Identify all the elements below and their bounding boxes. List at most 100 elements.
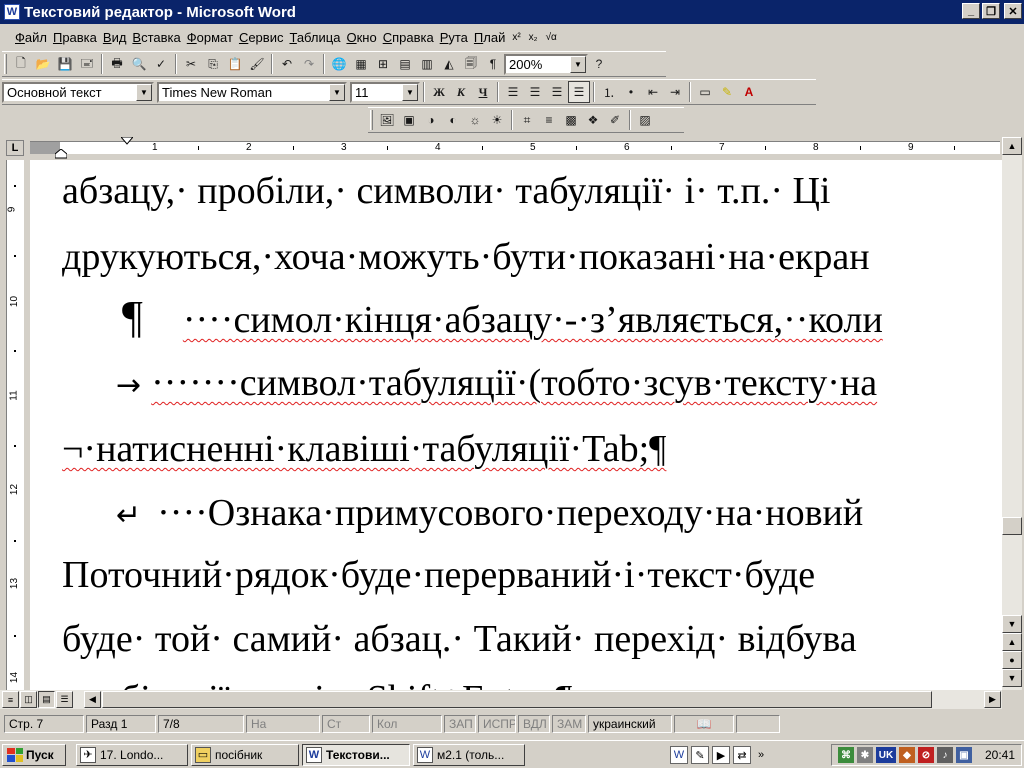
show-hide-pilcrow-icon[interactable]: ¶ — [482, 53, 504, 75]
format-picture-icon[interactable]: ❖ — [582, 109, 604, 131]
bullets-icon[interactable]: • — [620, 81, 642, 103]
new-document-icon[interactable]: 🗋 — [10, 53, 32, 75]
line-style-icon[interactable]: ≡ — [538, 109, 560, 131]
chevron-down-icon[interactable]: ▼ — [570, 55, 586, 73]
reset-picture-icon[interactable]: ▨ — [634, 109, 656, 131]
start-button[interactable]: Пуск — [2, 743, 66, 766]
crop-icon[interactable]: ⌗ — [516, 109, 538, 131]
taskbar-task-london[interactable]: ✈ 17. Londo... — [76, 743, 188, 766]
insert-picture-icon[interactable]: 🖼 — [376, 109, 398, 131]
font-color-icon[interactable]: A — [738, 81, 760, 103]
horizontal-scroll-thumb[interactable] — [102, 691, 932, 708]
highlight-icon[interactable]: ✎ — [716, 81, 738, 103]
chevron-down-icon[interactable]: ▼ — [402, 83, 418, 101]
media-icon[interactable]: ▶ — [712, 746, 730, 764]
menu-file[interactable]: Файл — [12, 30, 50, 45]
scroll-right-button[interactable]: ▶ — [984, 691, 1001, 708]
font-select[interactable]: Times New Roman ▼ — [157, 81, 347, 103]
tables-borders-icon[interactable]: ▦ — [350, 53, 372, 75]
justify-icon[interactable]: ☰ — [568, 81, 590, 103]
minimize-button[interactable]: _ — [962, 3, 980, 19]
subscript-menu-button[interactable]: x₂ — [525, 32, 542, 43]
equation-menu-button[interactable]: √α — [542, 32, 561, 43]
taskbar-task-word-active[interactable]: W Текстови... — [302, 743, 410, 766]
monitor-icon[interactable]: ▣ — [955, 747, 972, 763]
taskbar-task-folder[interactable]: ▭ посібник — [191, 743, 299, 766]
decrease-indent-icon[interactable]: ⇤ — [642, 81, 664, 103]
insert-excel-icon[interactable]: ▤ — [394, 53, 416, 75]
menu-tools[interactable]: Сервис — [236, 30, 287, 45]
word-icon[interactable]: W — [670, 746, 688, 764]
status-ovr[interactable]: ЗАМ — [552, 715, 586, 733]
hyperlink-icon[interactable]: 🌐 — [328, 53, 350, 75]
set-transparent-color-icon[interactable]: ✐ — [604, 109, 626, 131]
align-left-icon[interactable]: ☰ — [502, 81, 524, 103]
tools-icon[interactable]: ✱ — [856, 747, 873, 763]
security-icon[interactable]: ◆ — [898, 747, 915, 763]
more-contrast-icon[interactable]: ◑ — [420, 109, 442, 131]
chevron-down-icon[interactable]: ▼ — [329, 83, 345, 101]
status-language[interactable]: украинский — [588, 715, 672, 733]
document-map-icon[interactable]: 🗐 — [460, 53, 482, 75]
horizontal-scrollbar[interactable]: ≡ ◫ ▤ ☰ ◀ ▶ — [0, 690, 1002, 709]
horizontal-ruler[interactable]: L 1 2 3 4 5 6 7 8 9 — [0, 137, 1024, 159]
copy-icon[interactable]: ⎘ — [202, 53, 224, 75]
less-brightness-icon[interactable]: ☀ — [486, 109, 508, 131]
image-control-icon[interactable]: ▣ — [398, 109, 420, 131]
borders-icon[interactable]: ▭ — [694, 81, 716, 103]
close-button[interactable]: ✕ — [1004, 3, 1022, 19]
antivirus-icon[interactable]: ⊘ — [917, 747, 934, 763]
scroll-left-button[interactable]: ◀ — [84, 691, 101, 708]
network-icon[interactable]: ⌘ — [837, 747, 854, 763]
print-icon[interactable]: 🖶 — [106, 53, 128, 75]
document-page[interactable]: абзацу,· пробіли,· символи· табуляції· і… — [30, 160, 1002, 690]
normal-view-button[interactable]: ≡ — [2, 691, 19, 708]
spelling-icon[interactable]: ✓ — [150, 53, 172, 75]
zoom-select[interactable]: 200% ▼ — [504, 53, 588, 75]
menu-plai[interactable]: Плай — [471, 30, 508, 45]
speaker-icon[interactable]: ♪ — [936, 747, 953, 763]
tab-selector[interactable]: L — [6, 140, 24, 156]
restore-button[interactable]: ❐ — [982, 3, 1000, 19]
menu-window[interactable]: Окно — [343, 30, 379, 45]
underline-button[interactable]: Ч — [472, 81, 494, 103]
toolbar-grip[interactable] — [4, 54, 7, 74]
status-ext[interactable]: ВДЛ — [518, 715, 550, 733]
more-arrows-icon[interactable]: » — [754, 749, 768, 761]
save-icon[interactable]: 💾 — [54, 53, 76, 75]
align-right-icon[interactable]: ☰ — [546, 81, 568, 103]
word-app-icon[interactable]: W — [4, 4, 20, 20]
taskbar-task-word[interactable]: W м2.1 (толь... — [413, 743, 525, 766]
chevron-down-icon[interactable]: ▼ — [136, 83, 152, 101]
format-painter-icon[interactable]: 🖌 — [246, 53, 268, 75]
vertical-scrollbar[interactable]: ▲ ▼ ▲ ● ▼ — [1002, 137, 1022, 690]
italic-button[interactable]: К — [450, 81, 472, 103]
permissions-icon[interactable]: 🖃 — [76, 53, 98, 75]
outline-view-button[interactable]: ☰ — [56, 691, 73, 708]
numbering-icon[interactable]: ⒈ — [598, 81, 620, 103]
menu-edit[interactable]: Правка — [50, 30, 100, 45]
title-bar[interactable]: W Текстовий редактор - Microsoft Word _ … — [0, 0, 1024, 24]
menu-insert[interactable]: Вставка — [129, 30, 183, 45]
vertical-ruler[interactable]: 9 10 11 12 13 14 — [0, 160, 30, 690]
spelling-status-icon[interactable]: 📖 — [674, 715, 734, 733]
menu-table[interactable]: Таблица — [286, 30, 343, 45]
cut-icon[interactable]: ✂ — [180, 53, 202, 75]
bold-button[interactable]: Ж — [428, 81, 450, 103]
help-icon[interactable]: ? — [588, 53, 610, 75]
language-indicator[interactable]: UK — [875, 747, 896, 763]
scroll-down-button[interactable]: ▼ — [1002, 615, 1022, 633]
print-preview-icon[interactable]: 🔍 — [128, 53, 150, 75]
more-brightness-icon[interactable]: ☼ — [464, 109, 486, 131]
print-layout-button[interactable]: ▤ — [38, 691, 55, 708]
scroll-up-button[interactable]: ▲ — [1002, 137, 1022, 155]
left-indent-marker[interactable] — [55, 149, 67, 159]
menu-help[interactable]: Справка — [380, 30, 437, 45]
font-size-select[interactable]: 11 ▼ — [350, 81, 420, 103]
exchange-icon[interactable]: ⇄ — [733, 746, 751, 764]
style-select[interactable]: Основной текст ▼ — [2, 81, 154, 103]
align-center-icon[interactable]: ☰ — [524, 81, 546, 103]
web-view-button[interactable]: ◫ — [20, 691, 37, 708]
vertical-scroll-thumb[interactable] — [1002, 517, 1022, 535]
insert-table-icon[interactable]: ⊞ — [372, 53, 394, 75]
